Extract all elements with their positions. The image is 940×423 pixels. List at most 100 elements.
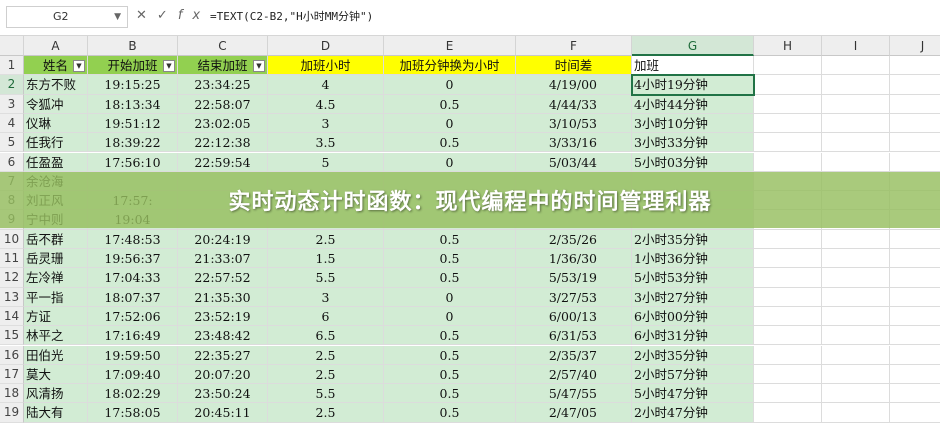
table-cell[interactable]: 3.5 bbox=[268, 133, 384, 153]
row-header-6[interactable]: 6 bbox=[0, 152, 24, 172]
empty-cell[interactable] bbox=[822, 268, 890, 288]
table-cell[interactable]: 17:48:53 bbox=[88, 229, 178, 249]
table-cell[interactable]: 0 bbox=[384, 113, 516, 134]
table-cell[interactable]: 0.5 bbox=[384, 403, 516, 423]
table-cell[interactable]: 东方不败 bbox=[24, 75, 88, 95]
table-cell[interactable]: 岳灵珊 bbox=[24, 249, 88, 269]
select-all-corner[interactable] bbox=[0, 36, 24, 56]
row-header-13[interactable]: 13 bbox=[0, 287, 24, 307]
table-cell[interactable]: 林平之 bbox=[24, 326, 88, 346]
empty-cell[interactable] bbox=[754, 249, 822, 269]
empty-cell[interactable] bbox=[822, 326, 890, 346]
table-cell[interactable]: 方证 bbox=[24, 306, 88, 327]
column-header-f[interactable]: F bbox=[516, 36, 632, 56]
row-header-16[interactable]: 16 bbox=[0, 345, 24, 365]
table-cell[interactable]: 1.5 bbox=[268, 249, 384, 269]
table-cell[interactable]: 4/19/00 bbox=[516, 75, 632, 95]
table-cell[interactable]: 3/33/16 bbox=[516, 133, 632, 153]
table-cell[interactable]: 0 bbox=[384, 75, 516, 95]
table-cell[interactable]: 仪琳 bbox=[24, 113, 88, 134]
row-header-1[interactable]: 1 bbox=[0, 56, 24, 76]
table-cell[interactable]: 2小时35分钟 bbox=[632, 345, 754, 365]
empty-cell[interactable] bbox=[754, 364, 822, 385]
table-cell[interactable]: 任我行 bbox=[24, 133, 88, 153]
table-cell[interactable]: 任盈盈 bbox=[24, 152, 88, 172]
row-header-11[interactable]: 11 bbox=[0, 249, 24, 269]
table-cell[interactable]: 22:58:07 bbox=[178, 94, 268, 114]
table-cell[interactable]: 0 bbox=[384, 152, 516, 172]
empty-cell[interactable] bbox=[754, 56, 822, 76]
table-cell[interactable]: 20:45:11 bbox=[178, 403, 268, 423]
table-cell[interactable]: 4小时19分钟 bbox=[632, 75, 754, 95]
table-cell[interactable]: 4小时44分钟 bbox=[632, 94, 754, 114]
table-cell[interactable]: 20:24:19 bbox=[178, 229, 268, 249]
table-cell[interactable]: 0 bbox=[384, 306, 516, 327]
table-cell[interactable]: 风清扬 bbox=[24, 384, 88, 404]
table-cell[interactable]: 1/36/30 bbox=[516, 249, 632, 269]
table-cell[interactable]: 3/10/53 bbox=[516, 113, 632, 134]
table-cell[interactable]: 19:59:50 bbox=[88, 345, 178, 365]
table-cell[interactable]: 0.5 bbox=[384, 364, 516, 385]
empty-cell[interactable] bbox=[822, 133, 890, 153]
table-cell[interactable]: 17:09:40 bbox=[88, 364, 178, 385]
table-cell[interactable]: 23:52:19 bbox=[178, 306, 268, 327]
empty-cell[interactable] bbox=[754, 306, 822, 327]
table-cell[interactable]: 2/47/05 bbox=[516, 403, 632, 423]
table-cell[interactable]: 0.5 bbox=[384, 345, 516, 365]
empty-cell[interactable] bbox=[822, 306, 890, 327]
row-header-5[interactable]: 5 bbox=[0, 133, 24, 153]
table-cell[interactable]: 20:07:20 bbox=[178, 364, 268, 385]
table-cell[interactable]: 2小时47分钟 bbox=[632, 403, 754, 423]
empty-cell[interactable] bbox=[822, 229, 890, 249]
table-cell[interactable]: 17:52:06 bbox=[88, 306, 178, 327]
table-cell[interactable]: 3小时27分钟 bbox=[632, 287, 754, 307]
table-cell[interactable]: 5小时03分钟 bbox=[632, 152, 754, 172]
empty-cell[interactable] bbox=[754, 403, 822, 423]
table-cell[interactable]: 19:51:12 bbox=[88, 113, 178, 134]
table-cell[interactable]: 2小时57分钟 bbox=[632, 364, 754, 385]
empty-cell[interactable] bbox=[890, 307, 940, 327]
table-cell[interactable]: 6小时31分钟 bbox=[632, 326, 754, 346]
table-cell[interactable]: 0.5 bbox=[384, 268, 516, 288]
table-cell[interactable]: 6/31/53 bbox=[516, 326, 632, 346]
empty-cell[interactable] bbox=[890, 268, 940, 288]
table-cell[interactable]: 0.5 bbox=[384, 326, 516, 346]
row-header-14[interactable]: 14 bbox=[0, 306, 24, 327]
table-cell[interactable]: 17:16:49 bbox=[88, 326, 178, 346]
table-cell[interactable]: 6/00/13 bbox=[516, 306, 632, 327]
empty-cell[interactable] bbox=[822, 345, 890, 365]
table-cell[interactable]: 5小时53分钟 bbox=[632, 268, 754, 288]
table-cell[interactable]: 21:33:07 bbox=[178, 249, 268, 269]
fx-icon[interactable]: fx bbox=[178, 8, 210, 23]
empty-cell[interactable] bbox=[890, 403, 940, 423]
table-cell[interactable]: 2小时35分钟 bbox=[632, 229, 754, 249]
empty-cell[interactable] bbox=[890, 384, 940, 404]
table-cell[interactable]: 17:58:05 bbox=[88, 403, 178, 423]
table-cell[interactable]: 1小时36分钟 bbox=[632, 249, 754, 269]
filter-dropdown-icon[interactable]: ▼ bbox=[253, 60, 265, 72]
empty-cell[interactable] bbox=[822, 94, 890, 114]
row-header-15[interactable]: 15 bbox=[0, 326, 24, 346]
chevron-down-icon[interactable]: ▼ bbox=[114, 7, 121, 27]
table-cell[interactable]: 5.5 bbox=[268, 384, 384, 404]
table-cell[interactable]: 4.5 bbox=[268, 94, 384, 114]
table-cell[interactable]: 17:04:33 bbox=[88, 268, 178, 288]
empty-cell[interactable] bbox=[890, 230, 940, 249]
empty-cell[interactable] bbox=[890, 153, 940, 172]
table-cell[interactable]: 0.5 bbox=[384, 133, 516, 153]
table-cell[interactable]: 2/57/40 bbox=[516, 364, 632, 385]
table-cell[interactable]: 17:56:10 bbox=[88, 152, 178, 172]
empty-cell[interactable] bbox=[890, 326, 940, 346]
table-cell[interactable]: 22:59:54 bbox=[178, 152, 268, 172]
column-header-i[interactable]: I bbox=[822, 36, 890, 56]
filter-dropdown-icon[interactable]: ▼ bbox=[163, 60, 175, 72]
column-header-b[interactable]: B bbox=[88, 36, 178, 56]
table-cell[interactable]: 4 bbox=[268, 75, 384, 95]
empty-cell[interactable] bbox=[822, 75, 890, 95]
table-cell[interactable]: 6小时00分钟 bbox=[632, 306, 754, 327]
table-cell[interactable]: 3 bbox=[268, 287, 384, 307]
table-cell[interactable]: 2.5 bbox=[268, 345, 384, 365]
empty-cell[interactable] bbox=[822, 287, 890, 307]
empty-cell[interactable] bbox=[822, 384, 890, 404]
name-box[interactable]: G2 ▼ bbox=[6, 6, 128, 28]
